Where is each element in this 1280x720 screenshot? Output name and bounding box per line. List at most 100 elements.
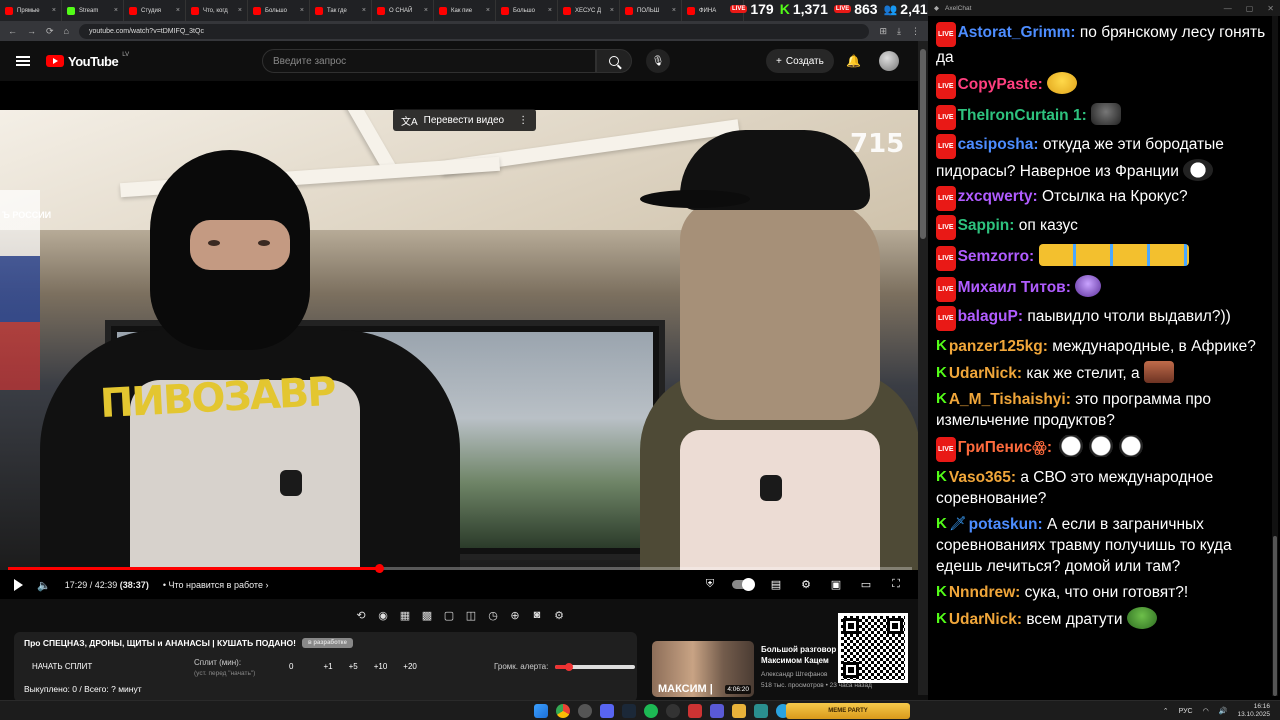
voice-search-button[interactable]: 🎙 bbox=[646, 49, 670, 73]
close-icon[interactable]: ✕ bbox=[1267, 4, 1274, 13]
app-icon-blue[interactable] bbox=[710, 704, 724, 718]
network-icon[interactable]: ◠ bbox=[1203, 707, 1209, 715]
tab-close-icon[interactable]: × bbox=[176, 7, 180, 14]
loop-icon[interactable]: ⟲ bbox=[353, 609, 369, 622]
tab-close-icon[interactable]: × bbox=[300, 7, 304, 14]
search-button[interactable] bbox=[596, 49, 632, 73]
tab-close-icon[interactable]: × bbox=[610, 7, 614, 14]
fullscreen-icon[interactable]: ⛶ bbox=[888, 576, 904, 592]
tab-close-icon[interactable]: × bbox=[52, 7, 56, 14]
language-indicator[interactable]: РУС bbox=[1179, 708, 1193, 715]
discord-icon[interactable] bbox=[600, 704, 614, 718]
browser-tab[interactable]: Большо × bbox=[496, 0, 558, 21]
sponsorblock-icon[interactable]: ⛨ bbox=[702, 576, 718, 592]
video-player[interactable]: Ъ РОССИИ ПИВОЗАВР 715 文A Перевести видео… bbox=[0, 81, 918, 599]
meme-party-widget[interactable]: MEME PARTY bbox=[786, 703, 910, 719]
steam-icon[interactable] bbox=[622, 704, 636, 718]
subtitles-icon[interactable]: ▤ bbox=[768, 576, 784, 592]
translate-video-button[interactable]: 文A Перевести видео ⋮ bbox=[393, 109, 537, 131]
browser-tab[interactable]: Большо × bbox=[248, 0, 310, 21]
chat-username[interactable]: UdarNick: bbox=[949, 611, 1027, 628]
tab-close-icon[interactable]: × bbox=[548, 7, 552, 14]
page-scrollbar[interactable] bbox=[918, 41, 928, 695]
video-progress-bar[interactable] bbox=[8, 564, 912, 573]
tab-close-icon[interactable]: × bbox=[672, 7, 676, 14]
alert-volume-slider[interactable] bbox=[555, 663, 635, 671]
settings-gear-icon[interactable]: ⚙ bbox=[798, 576, 814, 592]
recommended-thumbnail[interactable]: МАКСИМ | 4:06:20 bbox=[652, 641, 754, 697]
minimize-icon[interactable]: — bbox=[1224, 4, 1232, 13]
volume-icon[interactable]: 🔈 bbox=[37, 579, 51, 592]
tab-close-icon[interactable]: × bbox=[424, 7, 428, 14]
split-add-button[interactable]: +10 bbox=[374, 662, 388, 671]
chat-username[interactable]: Vaso365: bbox=[949, 469, 1021, 486]
chat-username[interactable]: zxcqwerty: bbox=[958, 188, 1042, 205]
miniplayer-icon[interactable]: ▣ bbox=[828, 576, 844, 592]
create-button[interactable]: + Создать bbox=[766, 49, 834, 73]
chrome-icon[interactable] bbox=[556, 704, 570, 718]
chat-username[interactable]: ГриПенисꙮ: bbox=[958, 439, 1057, 456]
chat-username[interactable]: Sappin: bbox=[958, 217, 1019, 234]
chat-username[interactable]: Astorat_Grimm: bbox=[958, 24, 1080, 41]
chat-username[interactable]: Михаил Титов: bbox=[958, 279, 1076, 296]
chat-username[interactable]: TheIronCurtain 1: bbox=[958, 107, 1091, 124]
extensions-icon[interactable]: ⊞ bbox=[879, 26, 887, 37]
search-input[interactable]: Введите запрос bbox=[262, 49, 596, 73]
split-add-button[interactable]: +20 bbox=[403, 662, 417, 671]
theater-mode-icon[interactable]: ▭ bbox=[858, 576, 874, 592]
add-icon[interactable]: ⊕ bbox=[507, 609, 523, 622]
clock[interactable]: 16:16 13.10.2025 bbox=[1237, 703, 1270, 719]
menu-icon[interactable]: ⋮ bbox=[911, 26, 920, 37]
audio-icon[interactable]: ◉ bbox=[375, 609, 391, 622]
clip-icon[interactable]: ▩ bbox=[419, 609, 435, 622]
volume-tray-icon[interactable]: 🔊 bbox=[1219, 707, 1228, 715]
user-avatar[interactable] bbox=[879, 51, 899, 71]
picture-in-picture-icon[interactable]: ▢ bbox=[441, 609, 457, 622]
browser-tab[interactable]: ПОЛЬШ × bbox=[620, 0, 682, 21]
browser-tab[interactable]: Так где × bbox=[310, 0, 372, 21]
chat-username[interactable]: UdarNick: bbox=[949, 365, 1027, 382]
start-windows-icon[interactable] bbox=[534, 704, 548, 718]
start-split-button[interactable]: НАЧАТЬ СПЛИТ bbox=[32, 662, 92, 671]
app-icon-teal[interactable] bbox=[754, 704, 768, 718]
notifications-bell-icon[interactable]: 🔔 bbox=[846, 54, 861, 68]
menu-hamburger-icon[interactable] bbox=[16, 56, 30, 66]
browser-tab[interactable]: ХЕСУС Д × bbox=[558, 0, 620, 21]
app-icon-red[interactable] bbox=[688, 704, 702, 718]
autoplay-toggle[interactable] bbox=[732, 577, 755, 591]
chat-username[interactable]: casiposha: bbox=[958, 136, 1043, 153]
record-icon[interactable]: ▦ bbox=[397, 609, 413, 622]
back-icon[interactable]: ← bbox=[8, 26, 17, 36]
chat-username[interactable]: panzer125kg: bbox=[949, 338, 1052, 355]
speed-icon[interactable]: ◷ bbox=[485, 609, 501, 622]
frame-step-icon[interactable]: ◫ bbox=[463, 609, 479, 622]
play-icon[interactable] bbox=[14, 579, 23, 591]
tab-close-icon[interactable]: × bbox=[114, 7, 118, 14]
forward-icon[interactable]: → bbox=[27, 26, 36, 36]
obs-icon[interactable] bbox=[666, 704, 680, 718]
maximize-icon[interactable]: ▢ bbox=[1246, 4, 1254, 13]
reload-icon[interactable]: ⟳ bbox=[46, 26, 54, 37]
chat-username[interactable]: CopyPaste: bbox=[958, 76, 1048, 93]
url-field[interactable]: youtube.com/watch?v=tDMIFQ_3tQc bbox=[78, 23, 870, 39]
chat-username[interactable]: Nnndrew: bbox=[949, 584, 1025, 601]
extension-settings-icon[interactable]: ⚙ bbox=[551, 609, 567, 622]
chat-username[interactable]: potaskun: bbox=[969, 516, 1047, 533]
split-add-button[interactable]: +5 bbox=[349, 662, 358, 671]
explorer-icon[interactable] bbox=[732, 704, 746, 718]
chat-username[interactable]: balaguP: bbox=[958, 308, 1028, 325]
chat-scrollbar[interactable] bbox=[1272, 16, 1278, 696]
spotify-icon[interactable] bbox=[644, 704, 658, 718]
youtube-logo[interactable]: YouTube LV bbox=[46, 52, 129, 69]
browser-tab[interactable]: Студия × bbox=[124, 0, 186, 21]
chat-username[interactable]: A_M_Tishaishyi: bbox=[949, 391, 1075, 408]
split-add-button[interactable]: +1 bbox=[323, 662, 332, 671]
browser-tab[interactable]: О СНАЙ × bbox=[372, 0, 434, 21]
split-add-button[interactable]: 0 bbox=[289, 662, 293, 671]
more-options-icon[interactable]: ⋮ bbox=[518, 115, 528, 126]
screenshot-icon[interactable]: ◙ bbox=[529, 609, 545, 621]
browser-icon[interactable] bbox=[578, 704, 592, 718]
tab-close-icon[interactable]: × bbox=[238, 7, 242, 14]
browser-tab[interactable]: Как пие × bbox=[434, 0, 496, 21]
browser-tab[interactable]: Прямые × bbox=[0, 0, 62, 21]
